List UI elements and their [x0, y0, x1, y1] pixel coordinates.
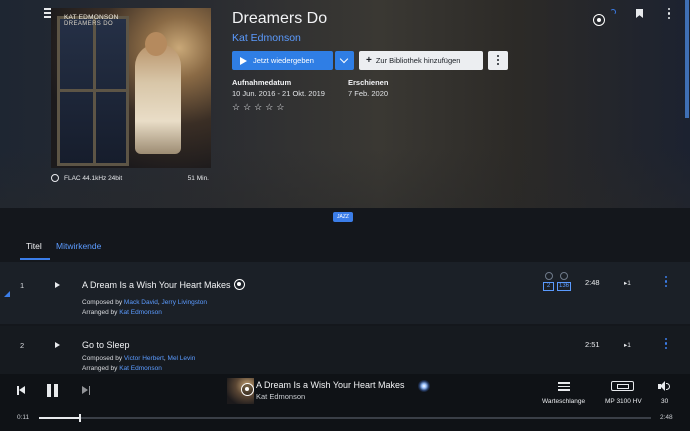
zoom-icon[interactable] [51, 174, 59, 182]
lock-icon [545, 272, 553, 280]
more-vertical-icon[interactable] [668, 8, 671, 21]
release-date-label: Erschienen [348, 78, 389, 87]
seek-bar-fill [39, 417, 79, 419]
track-row[interactable]: 1 A Dream Is a Wish Your Heart Makes Com… [0, 262, 690, 324]
add-to-library-label: Zur Bibliothek hinzufügen [375, 56, 461, 65]
track-number: 2 [20, 341, 25, 350]
time-total: 2:48 [660, 414, 673, 421]
arranged-by-label: Arranged by [82, 365, 120, 372]
cover-head-art [145, 32, 167, 56]
star-icon[interactable]: ☆ [243, 103, 251, 112]
cover-figure-art [135, 44, 181, 154]
globe-icon [560, 272, 568, 280]
composer-link[interactable]: Victor Herbert [124, 355, 164, 362]
arranger-link[interactable]: Kat Edmonson [119, 309, 162, 316]
track-title[interactable]: A Dream Is a Wish Your Heart Makes [82, 280, 231, 290]
audio-device-icon[interactable] [611, 381, 634, 391]
track-row[interactable]: 2 Go to Sleep Composed by Victor Herbert… [0, 326, 690, 374]
track-duration: 2:51 [585, 340, 600, 349]
rating-stars[interactable]: ☆ ☆ ☆ ☆ ☆ [232, 103, 284, 112]
play-next-button[interactable]: ▸1 [624, 341, 631, 349]
track-play-icon[interactable] [55, 342, 60, 348]
plus-icon: + [366, 54, 372, 66]
composer-link[interactable]: Mack David [124, 299, 158, 306]
star-icon[interactable]: ☆ [232, 103, 240, 112]
track-composers: Composed by Mack David, Jerry Livingston [82, 299, 208, 306]
cover-meta: FLAC 44.1kHz 24bit 51 Min. [51, 174, 211, 182]
tab-mitwirkende[interactable]: Mitwirkende [56, 241, 101, 251]
star-icon[interactable]: ☆ [265, 103, 273, 112]
previous-track-icon[interactable] [17, 386, 25, 395]
more-vertical-icon[interactable] [665, 338, 668, 351]
track-play-icon[interactable] [55, 282, 60, 288]
loading-spinner-icon [610, 9, 616, 15]
track-title[interactable]: Go to Sleep [82, 340, 130, 350]
now-playing-title[interactable]: A Dream Is a Wish Your Heart Makes [256, 380, 405, 390]
album-cover[interactable]: KAT EDMONSON DREAMERS DO [51, 8, 211, 168]
queue-icon[interactable] [558, 382, 570, 391]
scrollbar-thumb[interactable] [685, 0, 689, 118]
track-duration: 2:48 [585, 278, 600, 287]
arranger-link[interactable]: Kat Edmonson [119, 365, 162, 372]
track-radio-icon[interactable] [234, 279, 245, 290]
play-count-badge[interactable]: 136 [557, 282, 571, 291]
album-artist-link[interactable]: Kat Edmonson [232, 32, 301, 44]
recording-date-value: 10 Jun. 2016 - 21 Okt. 2019 [232, 89, 325, 98]
track-arranger: Arranged by Kat Edmonson [82, 309, 162, 316]
audio-device-label[interactable]: MP 3100 HV [605, 398, 642, 405]
chevron-down-icon [339, 54, 349, 64]
composed-by-label: Composed by [82, 299, 124, 306]
release-date-value: 7 Feb. 2020 [348, 89, 389, 98]
track-composers: Composed by Victor Herbert, Mel Levin [82, 355, 196, 362]
now-playing-artist[interactable]: Kat Edmonson [256, 392, 305, 401]
album-more-button[interactable] [488, 51, 508, 70]
audio-quality: FLAC 44.1kHz 24bit [64, 174, 123, 182]
signal-path-icon[interactable] [418, 380, 430, 392]
version-count-badge[interactable]: 2 [543, 282, 554, 291]
star-icon[interactable]: ☆ [276, 103, 284, 112]
active-tab-indicator [20, 258, 50, 260]
track-number: 1 [20, 281, 25, 290]
add-to-library-button[interactable]: + Zur Bibliothek hinzufügen [359, 51, 483, 70]
play-now-label: Jetzt wiedergeben [253, 56, 314, 65]
cover-title-text: DREAMERS DO [64, 21, 114, 27]
player-bar: A Dream Is a Wish Your Heart Makes Kat E… [0, 374, 690, 431]
more-vertical-icon [497, 55, 499, 67]
album-duration: 51 Min. [187, 174, 209, 182]
pause-icon[interactable] [47, 384, 59, 397]
play-icon [240, 56, 247, 65]
volume-value[interactable]: 30 [661, 398, 668, 405]
play-now-button[interactable]: Jetzt wiedergeben [232, 51, 333, 70]
seek-bar[interactable] [39, 414, 651, 422]
cover-window-art [57, 16, 129, 166]
star-icon[interactable]: ☆ [254, 103, 262, 112]
next-track-icon[interactable] [82, 386, 90, 395]
track-arranger: Arranged by Kat Edmonson [82, 365, 162, 372]
tab-bar: Titel Mitwirkende [0, 228, 690, 262]
play-next-button[interactable]: ▸1 [624, 279, 631, 287]
arranged-by-label: Arranged by [82, 309, 120, 316]
composer-link[interactable]: Jerry Livingston [162, 299, 208, 306]
genre-badge[interactable]: JAZZ [333, 212, 353, 222]
now-playing-radio-icon[interactable] [241, 383, 254, 396]
recording-date-label: Aufnahmedatum [232, 78, 292, 87]
composer-link[interactable]: Mel Levin [168, 355, 196, 362]
queue-label[interactable]: Warteschlange [542, 398, 585, 405]
now-playing-icon [4, 291, 10, 297]
more-vertical-icon[interactable] [665, 276, 668, 289]
tab-titel[interactable]: Titel [26, 241, 42, 251]
play-options-dropdown[interactable] [335, 51, 354, 70]
roon-radio-icon[interactable] [593, 14, 605, 26]
time-elapsed: 0:11 [17, 414, 30, 421]
seek-bar-handle[interactable] [78, 414, 81, 422]
composed-by-label: Composed by [82, 355, 124, 362]
album-title: Dreamers Do [232, 10, 328, 27]
